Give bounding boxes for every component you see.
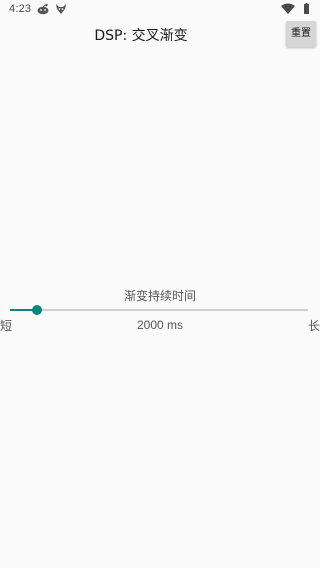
wifi-icon [281, 3, 295, 14]
reset-button[interactable]: 重置 [286, 21, 316, 47]
status-bar: 4:23 [0, 0, 320, 20]
bug-icon [56, 4, 66, 14]
status-time: 4:23 [9, 3, 32, 15]
duration-slider[interactable] [10, 302, 308, 318]
page-title: DSP: 交叉渐变 [94, 28, 188, 44]
reddit-icon [37, 3, 49, 15]
slider-max-label: 长 [307, 319, 320, 333]
slider-thumb[interactable] [31, 305, 42, 315]
battery-icon [304, 3, 309, 14]
slider-value-label: 2000 ms [136, 318, 184, 332]
status-right-icons [281, 3, 309, 14]
slider-track[interactable] [10, 309, 308, 311]
app-bar: DSP: 交叉渐变 重置 [0, 20, 320, 50]
